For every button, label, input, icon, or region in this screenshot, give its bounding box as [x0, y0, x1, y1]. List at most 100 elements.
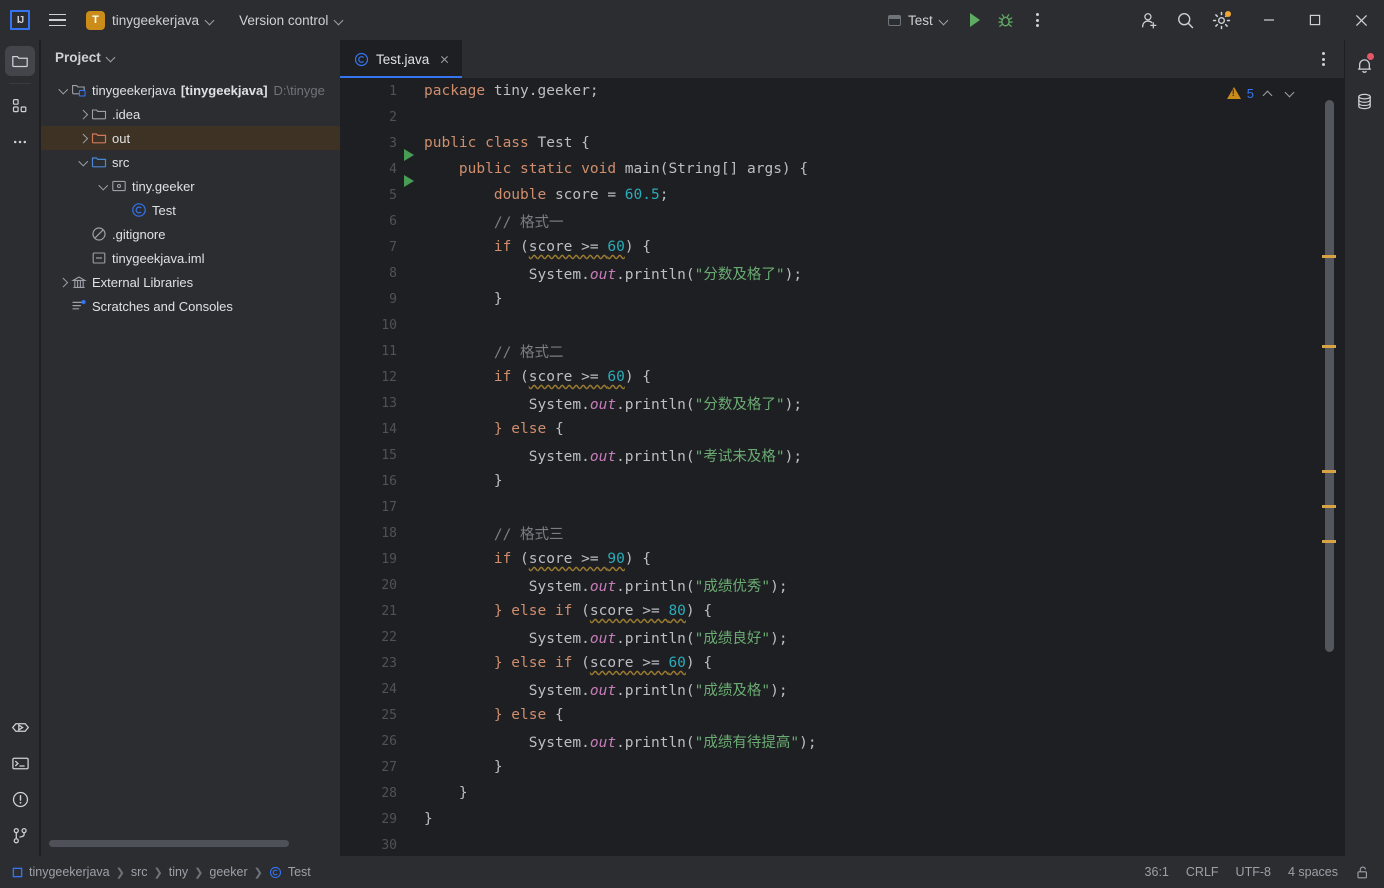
error-stripe-gutter[interactable] [1322, 78, 1336, 856]
breadcrumb-item[interactable]: tinygeekerjava [29, 865, 110, 879]
code-line[interactable]: 17 [340, 494, 1344, 520]
database-tool-window[interactable] [1350, 86, 1380, 116]
breadcrumb-item[interactable]: Test [288, 865, 311, 879]
minimize-button[interactable] [1246, 0, 1292, 40]
tree-row[interactable]: Scratches and Consoles [41, 294, 340, 318]
chevron-down-icon[interactable] [55, 82, 71, 98]
chevron-down-icon[interactable] [107, 53, 116, 62]
tree-row[interactable]: tiny.geeker [41, 174, 340, 198]
error-stripe-marker[interactable] [1322, 255, 1336, 258]
code-line[interactable]: 13 System.out.println("分数及格了"); [340, 390, 1344, 416]
chevron-right-icon[interactable] [75, 106, 91, 122]
code-line[interactable]: 18 // 格式三 [340, 520, 1344, 546]
error-stripe-marker[interactable] [1322, 470, 1336, 473]
tab-test-java[interactable]: Test.java [340, 40, 463, 78]
tree-row[interactable]: External Libraries [41, 270, 340, 294]
sidebar-item-terminal[interactable] [5, 748, 35, 778]
tree-row[interactable]: tinygeekerjava [tinygeekjava] D:\tinyge [41, 78, 340, 102]
close-window-button[interactable] [1338, 0, 1384, 40]
code-line[interactable]: 5 double score = 60.5; [340, 182, 1344, 208]
sidebar-item-structure[interactable] [5, 91, 35, 121]
code-line-text: // 格式二 [424, 341, 564, 362]
code-line[interactable]: 6 // 格式一 [340, 208, 1344, 234]
tree-row[interactable]: src [41, 150, 340, 174]
breadcrumb-item[interactable]: geeker [209, 865, 247, 879]
previous-problem-button[interactable] [1260, 85, 1276, 101]
code-line[interactable]: 27 } [340, 754, 1344, 780]
add-collaborator-button[interactable] [1134, 5, 1164, 35]
run-button[interactable] [959, 5, 989, 35]
error-stripe-marker[interactable] [1322, 505, 1336, 508]
tree-row[interactable]: tinygeekjava.iml [41, 246, 340, 270]
sidebar-item-project[interactable] [4, 46, 35, 76]
code-line[interactable]: 12 if (score >= 60) { [340, 364, 1344, 390]
more-actions-button[interactable] [1023, 5, 1053, 35]
main-menu-button[interactable] [42, 5, 72, 35]
settings-button[interactable] [1206, 5, 1236, 35]
code-line[interactable]: 14 } else { [340, 416, 1344, 442]
sidebar-item-problems[interactable] [5, 784, 35, 814]
maximize-button[interactable] [1292, 0, 1338, 40]
code-line[interactable]: 19 if (score >= 90) { [340, 546, 1344, 572]
code-line[interactable]: 9 } [340, 286, 1344, 312]
chevron-down-icon[interactable] [95, 178, 111, 194]
code-line[interactable]: 25 } else { [340, 702, 1344, 728]
code-line[interactable]: 3 public class Test { [340, 130, 1344, 161]
code-line[interactable]: 22 System.out.println("成绩良好"); [340, 624, 1344, 650]
debug-button[interactable] [991, 5, 1021, 35]
code-line[interactable]: 16 } [340, 468, 1344, 494]
run-configuration-selector[interactable]: Test [880, 7, 957, 33]
tree-row[interactable]: .gitignore [41, 222, 340, 246]
code-line[interactable]: 20 System.out.println("成绩优秀"); [340, 572, 1344, 598]
caret-position-label[interactable]: 36:1 [1145, 865, 1169, 879]
breadcrumb-item[interactable]: tiny [169, 865, 188, 879]
code-line[interactable]: 2 [340, 104, 1344, 130]
indent-label[interactable]: 4 spaces [1288, 865, 1338, 879]
search-everywhere-button[interactable] [1170, 5, 1200, 35]
code-line-text: System.out.println("成绩优秀"); [424, 575, 788, 596]
code-line[interactable]: 30 [340, 832, 1344, 856]
sidebar-item-run[interactable] [5, 712, 35, 742]
read-only-toggle[interactable] [1355, 865, 1370, 880]
editor-options-button[interactable] [1308, 44, 1338, 74]
code-line[interactable]: 8 System.out.println("分数及格了"); [340, 260, 1344, 286]
code-line[interactable]: 11 // 格式二 [340, 338, 1344, 364]
code-line[interactable]: 21 } else if (score >= 80) { [340, 598, 1344, 624]
code-lines[interactable]: 1 package tiny.geeker; 2 3 public class Test… [340, 78, 1344, 856]
code-line[interactable]: 7 if (score >= 60) { [340, 234, 1344, 260]
code-token: ( [520, 369, 529, 385]
code-line[interactable]: 26 System.out.println("成绩有待提高"); [340, 728, 1344, 754]
code-line[interactable]: 1 package tiny.geeker; [340, 78, 1344, 104]
breadcrumb-item[interactable]: src [131, 865, 148, 879]
tree-row[interactable]: out [41, 126, 340, 150]
code-line[interactable]: 24 System.out.println("成绩及格"); [340, 676, 1344, 702]
chevron-right-icon[interactable] [55, 274, 71, 290]
sidebar-item-version-control[interactable] [5, 820, 35, 850]
project-hscrollbar-track[interactable] [41, 838, 340, 848]
tree-row[interactable]: Test [41, 198, 340, 222]
chevron-right-icon[interactable] [75, 130, 91, 146]
notifications-button[interactable] [1350, 50, 1380, 80]
version-control-menu[interactable]: Version control [231, 7, 352, 33]
code-line[interactable]: 4 public static void main(String[] args)… [340, 156, 1344, 187]
project-hscrollbar-thumb[interactable] [49, 840, 289, 847]
error-stripe-marker[interactable] [1322, 540, 1336, 543]
line-separator-label[interactable]: CRLF [1186, 865, 1219, 879]
encoding-label[interactable]: UTF-8 [1236, 865, 1271, 879]
code-line[interactable]: 10 [340, 312, 1344, 338]
code-line[interactable]: 28 } [340, 780, 1344, 806]
tab-close-button[interactable] [436, 51, 452, 67]
code-line[interactable]: 23 } else if (score >= 60) { [340, 650, 1344, 676]
error-stripe-marker[interactable] [1322, 345, 1336, 348]
next-problem-button[interactable] [1282, 85, 1298, 101]
code-token: } else if [424, 655, 582, 671]
project-selector[interactable]: T tinygeekerjava [82, 7, 223, 33]
inspection-widget[interactable]: 5 [1226, 85, 1298, 101]
tree-row[interactable]: .idea [41, 102, 340, 126]
code-token: if [424, 239, 521, 255]
editor-vscrollbar-thumb[interactable] [1325, 100, 1334, 652]
sidebar-item-more[interactable] [5, 127, 35, 157]
chevron-down-icon[interactable] [75, 154, 91, 170]
code-line[interactable]: 15 System.out.println("考试未及格"); [340, 442, 1344, 468]
code-line[interactable]: 29} [340, 806, 1344, 832]
